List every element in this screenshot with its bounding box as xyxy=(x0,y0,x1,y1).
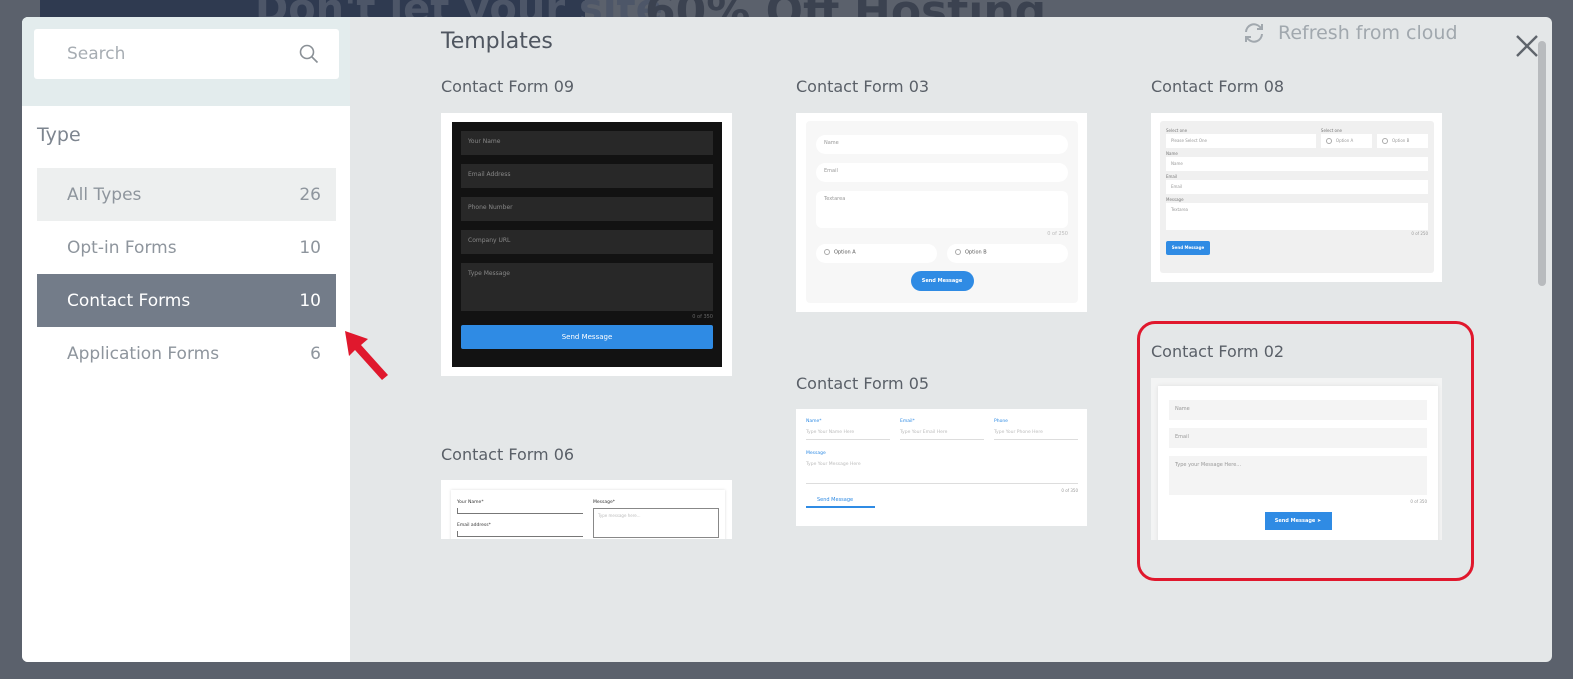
radio-icon xyxy=(1381,138,1388,144)
preview-field: Email xyxy=(1166,180,1428,194)
refresh-from-cloud-button[interactable]: Refresh from cloud xyxy=(1242,21,1458,45)
preview-field: Name xyxy=(816,135,1068,154)
preview-textarea: Type message here... xyxy=(593,508,719,538)
category-label: Application Forms xyxy=(67,343,220,364)
highlight-annotation-box xyxy=(1137,321,1474,581)
preview-counter: 0 of 250 xyxy=(1047,231,1068,237)
search-box xyxy=(34,29,339,79)
preview-label: Message xyxy=(806,451,826,456)
category-application-forms[interactable]: Application Forms 6 xyxy=(37,327,336,380)
preview-field: Phone Number xyxy=(461,197,713,221)
scrollbar[interactable] xyxy=(1538,41,1546,286)
preview-send-button: Send Message xyxy=(910,271,974,291)
preview-counter: 0 of 350 xyxy=(1061,488,1078,493)
template-contact-form-08[interactable]: Select one Please Select One Select one O… xyxy=(1151,113,1442,282)
preview-textarea: Type Your Message Here xyxy=(806,462,1078,484)
preview-textarea: Textarea xyxy=(816,191,1068,228)
search-icon[interactable] xyxy=(299,44,319,64)
template-contact-form-03[interactable]: Name Email Textarea 0 of 250 Option A Op… xyxy=(796,113,1087,312)
template-title: Contact Form 03 xyxy=(796,77,930,96)
type-heading: Type xyxy=(37,124,81,146)
form-preview: Your Name* Email address* Message* Type … xyxy=(451,490,725,539)
preview-option: Option A xyxy=(1320,134,1372,148)
preview-field: Type Your Email Here xyxy=(900,430,984,440)
preview-option: Option B xyxy=(947,244,1068,263)
preview-field: Email xyxy=(816,163,1068,182)
template-title: Contact Form 09 xyxy=(441,77,575,96)
preview-field: Your Name xyxy=(461,131,713,155)
template-contact-form-09[interactable]: Your Name Email Address Phone Number Com… xyxy=(441,113,732,376)
preview-send-button: Send Message xyxy=(1166,241,1210,255)
radio-icon xyxy=(1325,138,1332,144)
annotation-arrow-icon xyxy=(345,331,388,380)
preview-select: Please Select One xyxy=(1166,134,1316,148)
template-contact-form-05[interactable]: Name* Type Your Name Here Email* Type Your… xyxy=(796,409,1087,526)
category-label: All Types xyxy=(67,184,142,205)
preview-option: Option B xyxy=(1376,134,1429,148)
preview-field xyxy=(457,531,583,537)
template-contact-form-06[interactable]: Your Name* Email address* Message* Type … xyxy=(441,480,732,539)
category-label: Opt-in Forms xyxy=(67,237,177,258)
radio-icon xyxy=(824,249,830,255)
form-preview: Name* Type Your Name Here Email* Type Your… xyxy=(806,419,1078,508)
templates-modal: Type All Types 26 Opt-in Forms 10 Contact … xyxy=(22,17,1552,662)
refresh-icon xyxy=(1245,23,1263,43)
close-icon[interactable] xyxy=(1514,33,1540,59)
preview-send-button: Send Message xyxy=(806,497,875,508)
sidebar: Type All Types 26 Opt-in Forms 10 Contact … xyxy=(22,17,350,662)
search-input[interactable] xyxy=(34,29,339,79)
preview-send-button: Send Message xyxy=(461,325,713,349)
radio-icon xyxy=(955,249,961,255)
form-preview: Name Email Textarea 0 of 250 Option A Op… xyxy=(806,121,1078,303)
preview-label: Name* xyxy=(806,419,822,424)
search-area xyxy=(22,17,350,106)
category-count: 10 xyxy=(299,237,321,258)
preview-label: Email address* xyxy=(457,523,491,528)
preview-field: Name xyxy=(1166,157,1428,171)
category-label: Contact Forms xyxy=(67,290,191,311)
category-opt-in-forms[interactable]: Opt-in Forms 10 xyxy=(37,221,336,274)
preview-label: Message* xyxy=(593,500,615,505)
preview-option: Option A xyxy=(816,244,937,263)
preview-field: Type Your Phone Here xyxy=(994,430,1078,440)
preview-textarea: Type Message xyxy=(461,263,713,311)
category-count: 10 xyxy=(299,290,321,311)
category-contact-forms[interactable]: Contact Forms 10 xyxy=(37,274,336,327)
preview-field: Type Your Name Here xyxy=(806,430,890,440)
category-count: 26 xyxy=(299,184,321,205)
page-title: Templates xyxy=(441,29,553,54)
preview-label: Your Name* xyxy=(457,500,484,505)
preview-field: Email Address xyxy=(461,164,713,188)
preview-label: Phone xyxy=(994,419,1008,424)
template-title: Contact Form 06 xyxy=(441,445,575,464)
form-preview: Select one Please Select One Select one O… xyxy=(1160,121,1434,273)
template-title: Contact Form 05 xyxy=(796,374,930,393)
refresh-label: Refresh from cloud xyxy=(1278,22,1458,44)
category-count: 6 xyxy=(310,343,321,364)
preview-field xyxy=(457,508,583,514)
preview-field: Company URL xyxy=(461,230,713,254)
preview-counter: 0 of 350 xyxy=(692,314,713,320)
preview-textarea: Textarea xyxy=(1166,203,1428,230)
preview-counter: 0 of 250 xyxy=(1411,231,1428,236)
form-preview: Your Name Email Address Phone Number Com… xyxy=(452,122,722,367)
template-title: Contact Form 08 xyxy=(1151,77,1285,96)
category-all-types[interactable]: All Types 26 xyxy=(37,168,336,221)
preview-label: Email* xyxy=(900,419,915,424)
